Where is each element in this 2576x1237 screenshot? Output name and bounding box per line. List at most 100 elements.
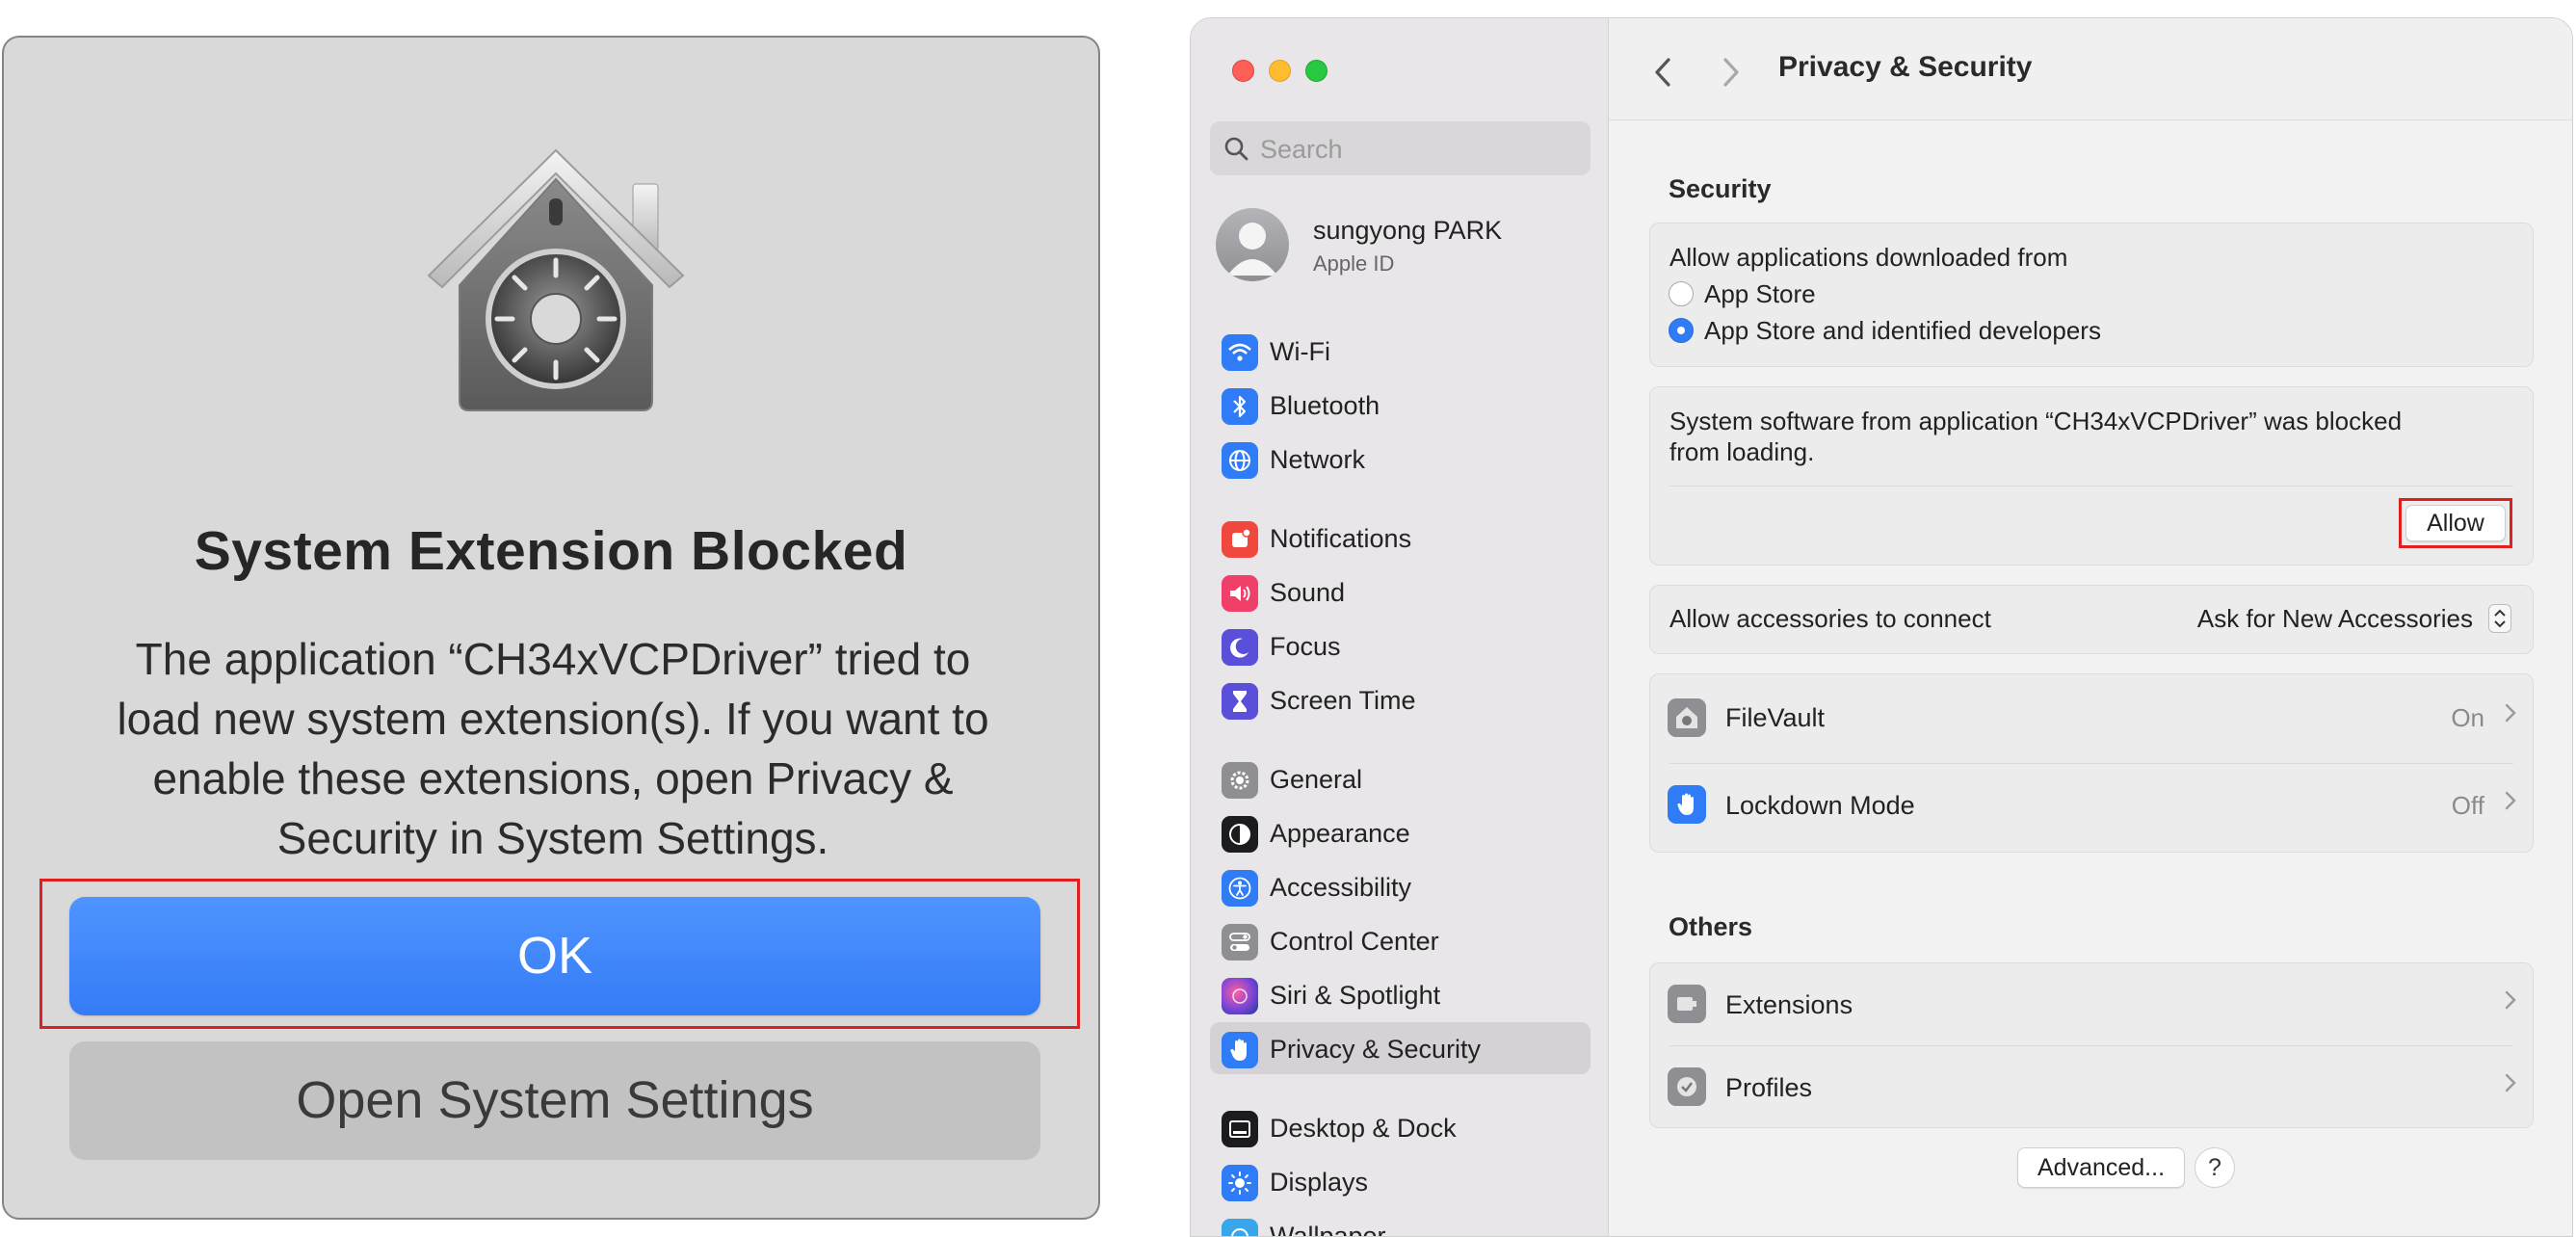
sidebar-item-label: Siri & Spotlight: [1270, 981, 1441, 1010]
sidebar-item-desktop-dock[interactable]: Desktop & Dock: [1210, 1101, 1590, 1153]
alert-message: The application “CH34xVCPDriver” tried t…: [117, 634, 989, 863]
window-close-button[interactable]: [1232, 60, 1254, 82]
up-down-chevron-icon: [2494, 609, 2506, 628]
sidebar-item-label: Control Center: [1270, 927, 1439, 956]
sidebar-item-wifi[interactable]: Wi-Fi: [1210, 325, 1590, 377]
sidebar-item-accessibility[interactable]: Accessibility: [1210, 860, 1590, 912]
window-zoom-button[interactable]: [1305, 60, 1327, 82]
system-extension-blocked-alert: System Extension Blocked The application…: [2, 36, 1100, 1220]
ok-button[interactable]: OK: [69, 897, 1040, 1015]
accessories-popup-button[interactable]: [2488, 604, 2511, 633]
app-store-option-label: App Store: [1704, 279, 1816, 308]
sidebar-item-label: Wi-Fi: [1270, 337, 1330, 366]
chevron-right-icon: [2504, 789, 2517, 819]
sidebar-item-label: Sound: [1270, 578, 1346, 607]
sidebar-item-wallpaper[interactable]: Wallpaper: [1210, 1209, 1590, 1236]
filevault-row[interactable]: FileVault On: [1650, 674, 2533, 763]
search-field[interactable]: [1210, 121, 1590, 175]
appearance-icon: [1222, 816, 1258, 853]
sidebar-item-sound[interactable]: Sound: [1210, 566, 1590, 618]
gear-icon: [1222, 762, 1258, 799]
sidebar-item-privacy-security[interactable]: Privacy & Security: [1210, 1022, 1590, 1074]
accessories-card: Allow accessories to connect Ask for New…: [1649, 585, 2534, 654]
window-minimize-button[interactable]: [1269, 60, 1291, 82]
app-store-radio[interactable]: [1669, 281, 1694, 306]
toolbar: Privacy & Security: [1609, 18, 2572, 120]
divider: [1669, 486, 2513, 487]
extensions-icon: [1668, 985, 1706, 1023]
sidebar-item-label: Accessibility: [1270, 873, 1412, 902]
sidebar-item-network[interactable]: Network: [1210, 433, 1590, 485]
profiles-badge-icon: [1668, 1067, 1706, 1106]
sidebar-item-displays[interactable]: Displays: [1210, 1155, 1590, 1207]
sidebar-item-label: Desktop & Dock: [1270, 1114, 1457, 1143]
back-button[interactable]: [1651, 55, 1674, 98]
sidebar-item-general[interactable]: General: [1210, 752, 1590, 804]
wifi-icon: [1222, 334, 1258, 371]
account-subtitle: Apple ID: [1313, 251, 1395, 276]
sidebar-item-siri-spotlight[interactable]: Siri & Spotlight: [1210, 968, 1590, 1020]
chevron-right-icon: [2504, 1071, 2517, 1101]
speaker-icon: [1222, 575, 1258, 612]
downloads-label: Allow applications downloaded from: [1669, 243, 2068, 272]
moon-icon: [1222, 629, 1258, 666]
search-input[interactable]: [1258, 129, 1580, 170]
chevron-right-icon: [1723, 58, 1739, 87]
search-icon: [1224, 137, 1249, 161]
sidebar-item-focus[interactable]: Focus: [1210, 619, 1590, 671]
app-store-identified-radio[interactable]: [1669, 318, 1694, 343]
dock-icon: [1222, 1111, 1258, 1147]
sidebar-item-label: Appearance: [1270, 819, 1410, 848]
extensions-label: Extensions: [1725, 990, 1853, 1019]
sidebar-item-label: Privacy & Security: [1270, 1035, 1482, 1064]
app-store-identified-option-label: App Store and identified developers: [1704, 316, 2101, 345]
filevault-status: On: [2451, 703, 2484, 732]
toggles-icon: [1222, 924, 1258, 961]
chevron-right-icon: [2504, 988, 2517, 1018]
sidebar-item-bluetooth[interactable]: Bluetooth: [1210, 379, 1590, 431]
advanced-button[interactable]: Advanced...: [2017, 1147, 2185, 1188]
sidebar-item-label: Bluetooth: [1270, 391, 1380, 420]
accessibility-icon: [1222, 870, 1258, 907]
help-button[interactable]: ?: [2195, 1147, 2235, 1188]
allow-button[interactable]: Allow: [2405, 505, 2506, 541]
bell-icon: [1222, 521, 1258, 558]
forward-button[interactable]: [1720, 55, 1743, 98]
extensions-row[interactable]: Extensions: [1650, 963, 2533, 1045]
blocked-software-card: System software from application “CH34xV…: [1649, 386, 2534, 566]
sidebar-item-label: Notifications: [1270, 524, 1412, 553]
sidebar-item-label: Screen Time: [1270, 686, 1416, 715]
bluetooth-icon: [1222, 388, 1258, 425]
others-card: Extensions Profiles: [1649, 962, 2534, 1128]
globe-icon: [1222, 442, 1258, 479]
account-name: sungyong PARK: [1313, 216, 1503, 245]
security-lock-house-icon: [421, 141, 691, 420]
blocked-message-line1: System software from application “CH34xV…: [1669, 407, 2403, 435]
hand-icon: [1668, 785, 1706, 824]
sidebar-item-control-center[interactable]: Control Center: [1210, 914, 1590, 966]
sidebar-item-screen-time[interactable]: Screen Time: [1210, 673, 1590, 725]
sidebar: sungyong PARK Apple ID Wi-Fi Bluetooth N…: [1191, 18, 1609, 1236]
hourglass-icon: [1222, 683, 1258, 720]
lockdown-mode-row[interactable]: Lockdown Mode Off: [1650, 764, 2533, 853]
accessories-label: Allow accessories to connect: [1669, 604, 1991, 633]
profiles-label: Profiles: [1725, 1073, 1813, 1102]
wallpaper-icon: [1222, 1219, 1258, 1236]
sidebar-item-label: Focus: [1270, 632, 1341, 661]
lockdown-mode-status: Off: [2451, 791, 2484, 820]
system-settings-window: sungyong PARK Apple ID Wi-Fi Bluetooth N…: [1190, 17, 2573, 1237]
open-system-settings-button[interactable]: Open System Settings: [69, 1041, 1040, 1160]
person-icon: [1227, 223, 1277, 276]
filevault-icon: [1668, 698, 1706, 737]
apple-id-account[interactable]: sungyong PARK Apple ID: [1210, 198, 1590, 295]
sidebar-item-notifications[interactable]: Notifications: [1210, 512, 1590, 564]
page-title: Privacy & Security: [1778, 51, 2033, 83]
profiles-row[interactable]: Profiles: [1650, 1046, 2533, 1128]
security-section-title: Security: [1669, 174, 1772, 203]
sidebar-item-appearance[interactable]: Appearance: [1210, 806, 1590, 858]
filevault-label: FileVault: [1725, 703, 1826, 732]
blocked-message-line2: from loading.: [1669, 437, 1815, 466]
accessories-popup-value[interactable]: Ask for New Accessories: [2197, 604, 2473, 634]
downloads-card: Allow applications downloaded from App S…: [1649, 223, 2534, 367]
alert-title: System Extension Blocked: [194, 520, 908, 582]
